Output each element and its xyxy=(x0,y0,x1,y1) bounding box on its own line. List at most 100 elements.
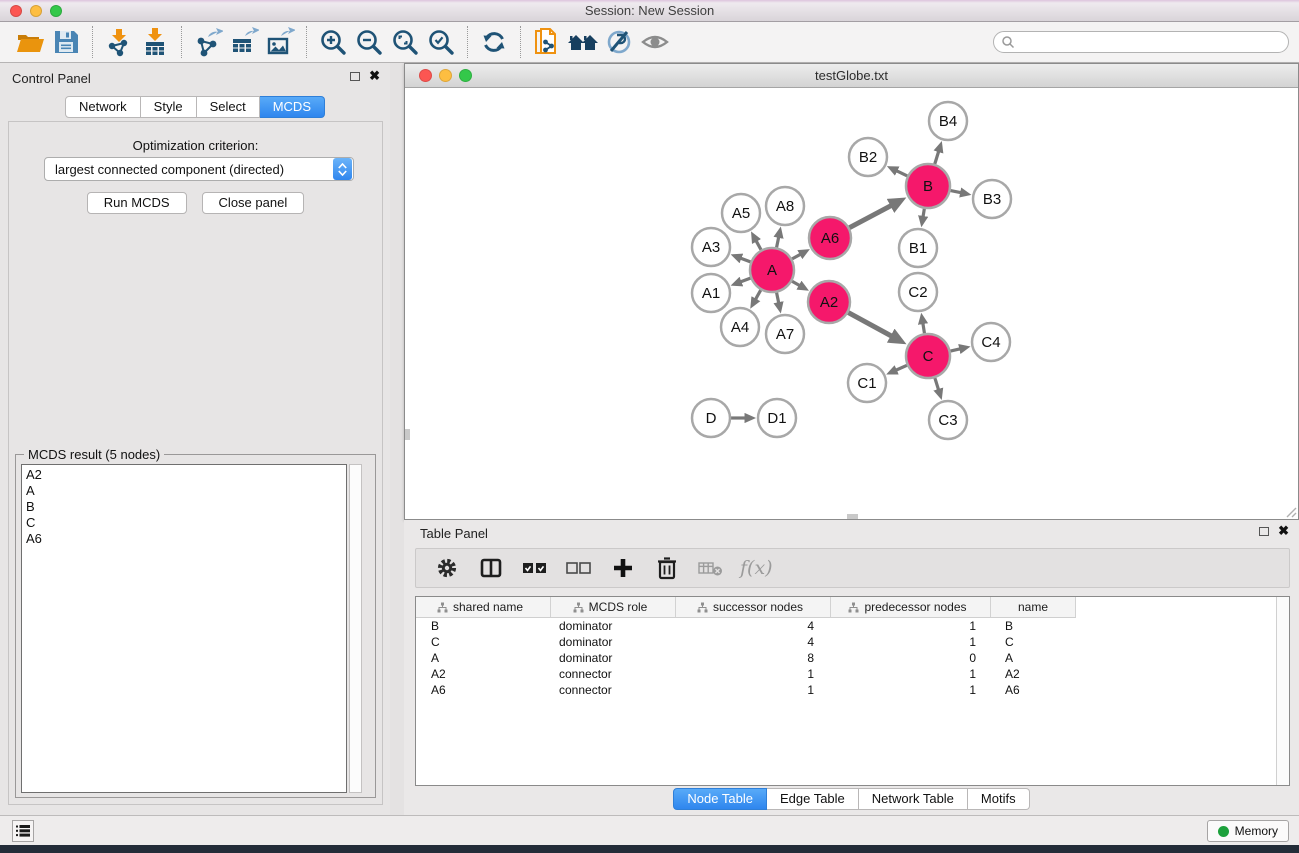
show-column-panel-button[interactable] xyxy=(476,553,506,583)
edge-A-A7[interactable] xyxy=(777,293,779,304)
edge-A-A2[interactable] xyxy=(792,281,800,285)
graph-node-B2[interactable]: B2 xyxy=(849,138,887,176)
unselect-all-columns-button[interactable] xyxy=(564,553,594,583)
table-options-button[interactable] xyxy=(432,553,462,583)
show-graphics-button[interactable] xyxy=(637,25,673,59)
edge-A-A5[interactable] xyxy=(756,241,761,250)
tab-edge-table[interactable]: Edge Table xyxy=(767,788,859,810)
table-row[interactable]: A6connector11A6 xyxy=(416,682,1289,698)
edge-C-C1[interactable] xyxy=(896,365,907,370)
edge-C-C2[interactable] xyxy=(923,323,925,333)
graph-node-B1[interactable]: B1 xyxy=(899,229,937,267)
canvas-hscroll-thumb[interactable] xyxy=(847,514,858,519)
edge-C-C4[interactable] xyxy=(950,349,960,351)
close-panel-button[interactable]: Close panel xyxy=(202,192,305,214)
search-input[interactable] xyxy=(1015,33,1288,51)
refresh-button[interactable] xyxy=(476,25,512,59)
node-label: A3 xyxy=(702,239,720,256)
graph-node-C3[interactable]: C3 xyxy=(929,401,967,439)
table-scrollbar[interactable] xyxy=(1276,597,1289,785)
export-network-button[interactable] xyxy=(190,25,226,59)
zoom-selected-button[interactable] xyxy=(423,25,459,59)
graph-node-A2[interactable]: A2 xyxy=(808,281,850,323)
export-table-button[interactable] xyxy=(226,25,262,59)
graph-node-A7[interactable]: A7 xyxy=(766,315,804,353)
graph-node-B4[interactable]: B4 xyxy=(929,102,967,140)
graph-node-A6[interactable]: A6 xyxy=(809,217,851,259)
edge-C-C3[interactable] xyxy=(935,378,939,390)
tab-mcds[interactable]: MCDS xyxy=(260,96,325,118)
column-header-shared-name[interactable]: shared name xyxy=(416,597,551,618)
table-row[interactable]: Cdominator41C xyxy=(416,634,1289,650)
graph-node-D[interactable]: D xyxy=(692,399,730,437)
save-session-button[interactable] xyxy=(48,25,84,59)
network-canvas[interactable]: A A1 A2 A3 A4 A5 A6 A7 A8 B B1 B2 B3 B4 C C1 C2 C3 C4 D D1 xyxy=(405,88,1298,519)
zoom-in-button[interactable] xyxy=(315,25,351,59)
graph-node-A4[interactable]: A4 xyxy=(721,308,759,346)
memory-button[interactable]: Memory xyxy=(1207,820,1289,842)
panel-list-button[interactable] xyxy=(12,820,34,842)
edge-A2-C[interactable] xyxy=(848,313,892,337)
table-panel-title: Table Panel xyxy=(420,526,488,541)
home-pages-button[interactable] xyxy=(565,25,601,59)
column-header-successor-nodes[interactable]: successor nodes xyxy=(676,597,831,618)
search-box[interactable] xyxy=(993,31,1289,53)
edge-A6-B[interactable] xyxy=(849,205,891,227)
graph-node-B3[interactable]: B3 xyxy=(973,180,1011,218)
tab-style[interactable]: Style xyxy=(141,96,197,118)
canvas-vscroll-thumb[interactable] xyxy=(405,429,410,440)
edge-B-B2[interactable] xyxy=(896,171,907,176)
zoom-out-button[interactable] xyxy=(351,25,387,59)
table-row[interactable]: Adominator80A xyxy=(416,650,1289,666)
close-table-panel-icon[interactable]: ✖ xyxy=(1278,526,1289,536)
graph-node-A8[interactable]: A8 xyxy=(766,187,804,225)
edge-B-B3[interactable] xyxy=(951,191,962,193)
graph-node-A1[interactable]: A1 xyxy=(692,274,730,312)
float-panel-icon[interactable] xyxy=(350,72,360,81)
import-table-button[interactable] xyxy=(137,25,173,59)
export-image-button[interactable] xyxy=(262,25,298,59)
hide-details-button[interactable] xyxy=(601,25,637,59)
table-row[interactable]: Bdominator41B xyxy=(416,618,1289,634)
resize-grip[interactable] xyxy=(1285,506,1297,518)
tab-node-table[interactable]: Node Table xyxy=(673,788,767,810)
float-table-panel-icon[interactable] xyxy=(1259,527,1269,536)
table-row[interactable]: A2connector11A2 xyxy=(416,666,1289,682)
network-from-file-button[interactable] xyxy=(529,25,565,59)
edge-A-A6[interactable] xyxy=(792,254,801,259)
run-mcds-button[interactable]: Run MCDS xyxy=(87,192,187,214)
optimization-criterion-dropdown[interactable]: largest connected component (directed) xyxy=(44,157,354,181)
graph-node-C4[interactable]: C4 xyxy=(972,323,1010,361)
open-file-button[interactable] xyxy=(12,25,48,59)
edge-A-A8[interactable] xyxy=(777,237,779,248)
select-all-columns-button[interactable] xyxy=(520,553,550,583)
tab-network[interactable]: Network xyxy=(65,96,141,118)
result-list-scrollbar[interactable] xyxy=(349,464,362,793)
tab-motifs[interactable]: Motifs xyxy=(968,788,1030,810)
column-header-mcds-role[interactable]: MCDS role xyxy=(551,597,676,618)
graph-node-A[interactable]: A xyxy=(750,248,794,292)
graph-node-B[interactable]: B xyxy=(906,164,950,208)
import-network-button[interactable] xyxy=(101,25,137,59)
tab-network-table[interactable]: Network Table xyxy=(859,788,968,810)
graph-node-D1[interactable]: D1 xyxy=(758,399,796,437)
graph-node-A5[interactable]: A5 xyxy=(722,194,760,232)
edge-A-A3[interactable] xyxy=(740,258,750,262)
create-column-button[interactable] xyxy=(608,553,638,583)
column-header-predecessor-nodes[interactable]: predecessor nodes xyxy=(831,597,991,618)
graph-node-A3[interactable]: A3 xyxy=(692,228,730,266)
network-window-titlebar[interactable]: testGlobe.txt xyxy=(405,64,1298,88)
edge-B-B4[interactable] xyxy=(935,151,939,164)
edge-A-A4[interactable] xyxy=(755,290,760,299)
graph-node-C2[interactable]: C2 xyxy=(899,273,937,311)
delete-column-button[interactable] xyxy=(652,553,682,583)
tab-select[interactable]: Select xyxy=(197,96,260,118)
edge-A-A1[interactable] xyxy=(740,278,750,282)
edge-B-B1[interactable] xyxy=(923,209,924,217)
zoom-fit-button[interactable] xyxy=(387,25,423,59)
graph-node-C1[interactable]: C1 xyxy=(848,364,886,402)
mcds-result-list: A2ABCA6 xyxy=(21,464,347,793)
close-panel-icon[interactable]: ✖ xyxy=(369,71,380,81)
graph-node-C[interactable]: C xyxy=(906,334,950,378)
column-header-name[interactable]: name xyxy=(991,597,1076,618)
